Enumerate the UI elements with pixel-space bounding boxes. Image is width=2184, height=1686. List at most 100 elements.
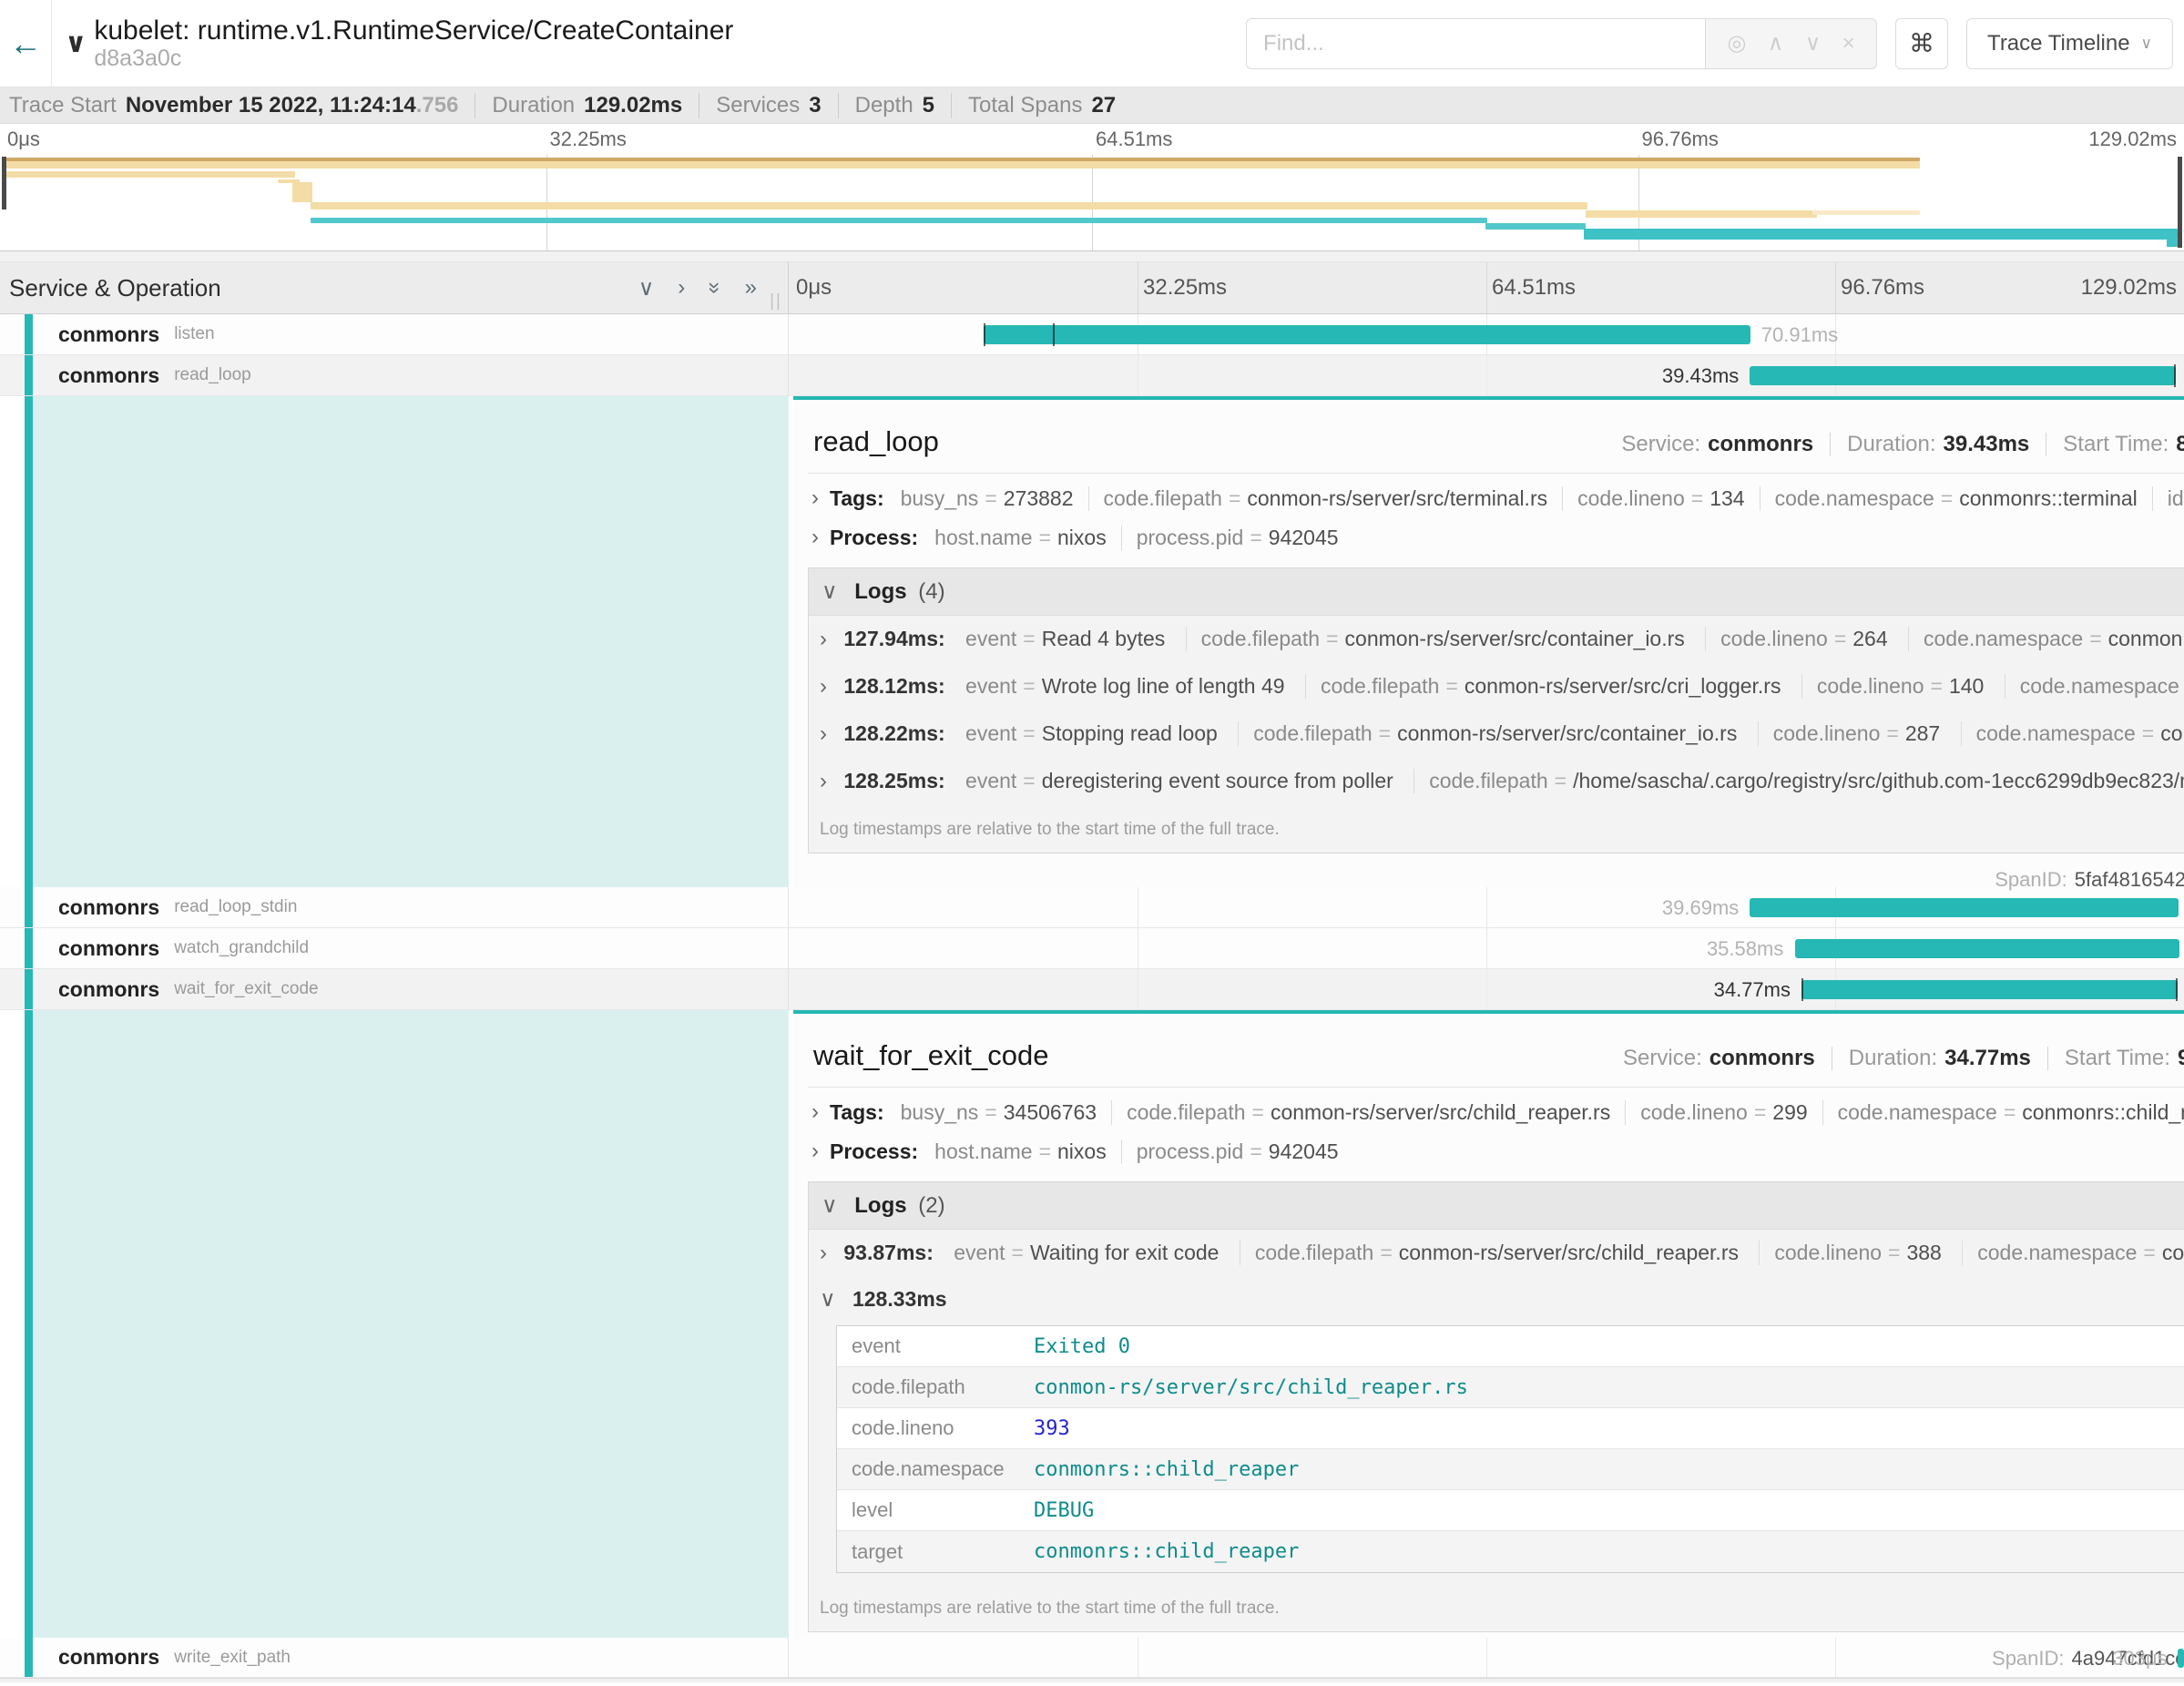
- span-name-cell[interactable]: conmonrs read_loop: [0, 355, 789, 395]
- process-row[interactable]: › Process: host.name=nixos process.pid=9…: [793, 521, 2184, 560]
- process-item: process.pid=942045: [1121, 1139, 1339, 1164]
- tags-row[interactable]: › Tags: busy_ns=273882 code.filepath=con…: [793, 474, 2184, 521]
- minimap-span-bar: [311, 202, 1588, 209]
- span-name-cell[interactable]: conmonrs listen: [0, 314, 789, 354]
- service-value: conmonrs: [1709, 1046, 1815, 1071]
- chevron-right-icon: ›: [820, 627, 827, 651]
- expand-all-icon[interactable]: »: [745, 275, 757, 301]
- span-timeline-cell[interactable]: 34.77ms: [789, 969, 2184, 1009]
- span-timeline-cell[interactable]: 35.58ms: [789, 928, 2184, 968]
- tags-row[interactable]: › Tags: busy_ns=34506763 code.filepath=c…: [793, 1088, 2184, 1135]
- tag-item: idle_n…: [2152, 486, 2184, 511]
- minimap-right-drag-handle[interactable]: [2178, 157, 2182, 248]
- axis-tick: 32.25ms: [1143, 275, 1227, 301]
- field-value: DEBUG: [1034, 1499, 1094, 1522]
- log-key: code.namespace: [1977, 1241, 2137, 1265]
- span-bar[interactable]: [1750, 366, 2176, 385]
- span-row-watch_grandchild[interactable]: conmonrs watch_grandchild 35.58ms: [0, 928, 2184, 969]
- minimap-left-drag-handle[interactable]: [2, 157, 6, 209]
- log-key: event: [965, 627, 1016, 651]
- find-locate-icon[interactable]: ◎: [1727, 30, 1746, 56]
- tag-item: code.namespace=conmonrs::child_reap…: [1822, 1100, 2184, 1125]
- logs-header[interactable]: ∨ Logs (4): [809, 568, 2184, 616]
- find-next-icon[interactable]: ∨: [1805, 30, 1822, 56]
- log-timestamp: 128.25ms:: [843, 769, 944, 792]
- equals: =: [1326, 627, 1338, 651]
- span-timeline-cell[interactable]: 39.43ms: [789, 355, 2184, 395]
- trace-view-selector[interactable]: Trace Timeline ∨: [1966, 18, 2173, 69]
- span-row-read_loop[interactable]: conmonrs read_loop 39.43ms: [0, 355, 2184, 396]
- tag-key: idle_n…: [2168, 486, 2184, 511]
- summary-services: Services 3: [699, 93, 821, 118]
- span-bar[interactable]: [2178, 1649, 2184, 1668]
- logs-header[interactable]: ∨ Logs (2): [809, 1182, 2184, 1230]
- find-clear-icon[interactable]: ×: [1842, 31, 1855, 56]
- span-row-wait_for_exit_code[interactable]: conmonrs wait_for_exit_code 34.77ms: [0, 969, 2184, 1010]
- collapse-controls: ∨ › » »: [638, 275, 757, 301]
- chevron-right-icon: ›: [820, 1241, 827, 1265]
- grid-line: [1835, 1638, 1836, 1677]
- duration-label: Duration:: [1847, 432, 1935, 457]
- minimap-span-bar: [1586, 210, 1817, 218]
- tag-item: busy_ns=34506763: [901, 1100, 1097, 1125]
- span-name-cell[interactable]: conmonrs watch_grandchild: [0, 928, 789, 968]
- span-row-write_exit_path[interactable]: conmonrs write_exit_path 303μs: [0, 1638, 2184, 1678]
- back-button[interactable]: ←: [0, 0, 52, 87]
- minimap[interactable]: [0, 155, 2184, 251]
- keyboard-shortcuts-button[interactable]: ⌘: [1895, 18, 1948, 69]
- log-field: code.lineno=140: [1801, 674, 1984, 699]
- span-timeline-cell[interactable]: 303μs: [789, 1638, 2184, 1677]
- field-key: code.filepath: [852, 1375, 1034, 1399]
- equals: =: [1941, 486, 1953, 511]
- table-row: target conmonrs::child_reaper: [837, 1531, 2184, 1572]
- summary-value-suffix: .756: [416, 93, 459, 118]
- axis-tick: 129.02ms: [2088, 128, 2177, 151]
- log-row[interactable]: › 127.94ms: event=Read 4 bytes code.file…: [809, 616, 2184, 663]
- field-key: code.lineno: [852, 1416, 1034, 1440]
- log-row[interactable]: › 93.87ms: event=Waiting for exit code c…: [809, 1230, 2184, 1277]
- service-operation-header: Service & Operation ∨ › » » ||: [0, 262, 789, 313]
- span-bar[interactable]: [984, 325, 1750, 344]
- equals: =: [1250, 526, 1261, 550]
- equals: =: [1023, 627, 1035, 651]
- tag-key: code.namespace: [1838, 1100, 1997, 1125]
- span-name-cell[interactable]: conmonrs wait_for_exit_code: [0, 969, 789, 1009]
- field-value: conmon-rs/server/src/child_reaper.rs: [1034, 1376, 1468, 1399]
- span-row-listen[interactable]: conmonrs listen 70.91ms: [0, 314, 2184, 355]
- child-span-tick: [1053, 323, 1055, 346]
- axis-tick: 129.02ms: [2081, 275, 2177, 301]
- span-row-read_loop_stdin[interactable]: conmonrs read_loop_stdin 39.69ms: [0, 887, 2184, 928]
- log-value: deregistering event source from poller: [1042, 769, 1393, 793]
- equals: =: [1886, 721, 1898, 746]
- page-header: ← ∨ kubelet: runtime.v1.RuntimeService/C…: [0, 0, 2184, 87]
- detail-header: read_loop Service: conmonrs Duration: 39…: [793, 400, 2184, 473]
- tag-item: busy_ns=273882: [901, 486, 1074, 511]
- span-bar[interactable]: [1750, 898, 2179, 917]
- expanded-log-header[interactable]: ∨ 128.33ms: [809, 1277, 2184, 1320]
- span-bar[interactable]: [1795, 939, 2180, 958]
- trace-collapse-chevron-icon[interactable]: ∨: [65, 27, 87, 59]
- find-input[interactable]: [1246, 18, 1706, 69]
- log-row[interactable]: › 128.22ms: event=Stopping read loop cod…: [809, 710, 2184, 758]
- column-resize-grip[interactable]: ||: [770, 291, 782, 312]
- log-key: code.namespace: [1924, 627, 2083, 651]
- expand-one-icon[interactable]: ›: [678, 275, 685, 301]
- span-name-cell[interactable]: conmonrs write_exit_path: [0, 1638, 789, 1677]
- start-time-value: 93.63ms: [2178, 1046, 2184, 1071]
- find-controls: ◎ ∧ ∨ ×: [1706, 18, 1877, 69]
- log-row[interactable]: › 128.12ms: event=Wrote log line of leng…: [809, 663, 2184, 710]
- collapse-one-icon[interactable]: ∨: [638, 275, 655, 301]
- table-row: level DEBUG: [837, 1490, 2184, 1531]
- grid-line: [1486, 1638, 1487, 1677]
- collapse-all-icon[interactable]: »: [702, 281, 728, 293]
- table-row: code.filepath conmon-rs/server/src/child…: [837, 1367, 2184, 1408]
- span-timeline-cell[interactable]: 70.91ms: [789, 314, 2184, 354]
- log-row[interactable]: › 128.25ms: event=deregistering event so…: [809, 758, 2184, 805]
- equals: =: [1229, 486, 1240, 511]
- span-name-cell[interactable]: conmonrs read_loop_stdin: [0, 887, 789, 927]
- minimap-span-bar: [292, 182, 312, 202]
- process-row[interactable]: › Process: host.name=nixos process.pid=9…: [793, 1135, 2184, 1174]
- span-timeline-cell[interactable]: 39.69ms: [789, 887, 2184, 927]
- find-prev-icon[interactable]: ∧: [1768, 30, 1784, 56]
- span-bar[interactable]: [1801, 980, 2178, 999]
